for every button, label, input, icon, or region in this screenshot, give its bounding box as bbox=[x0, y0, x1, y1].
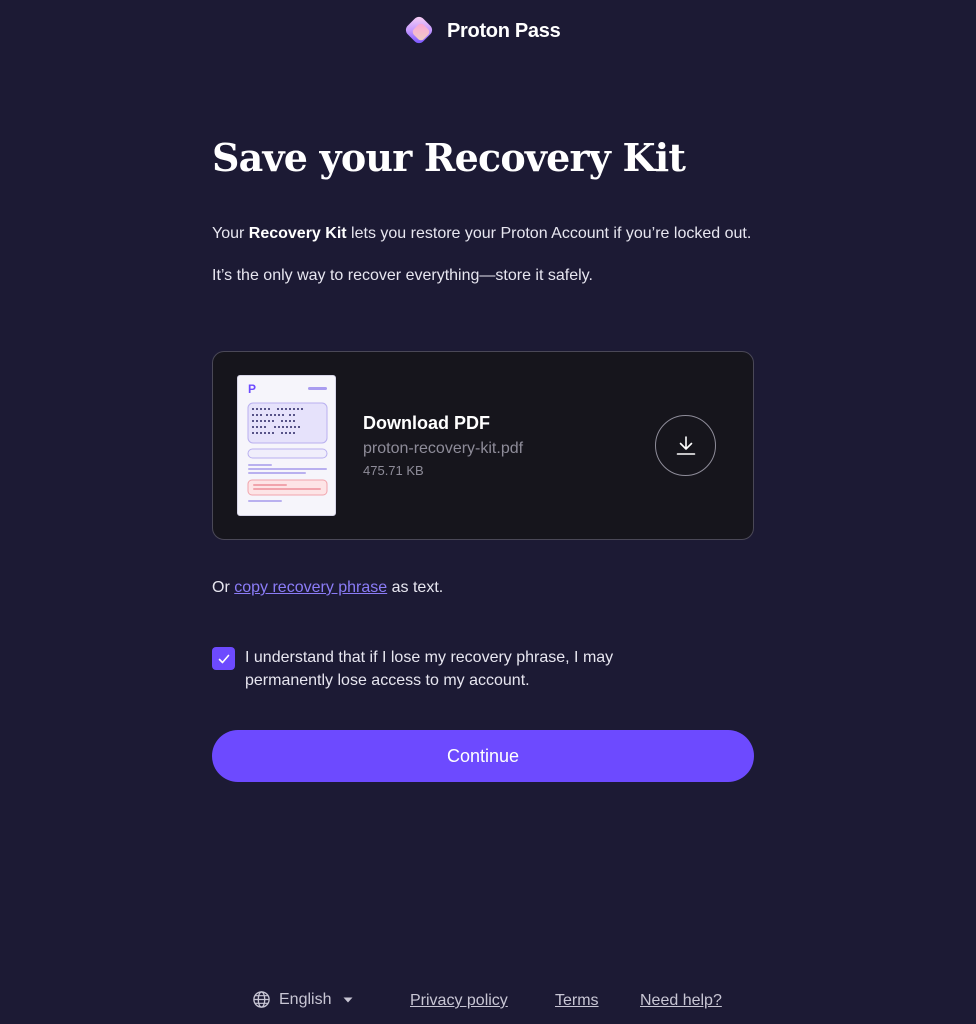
copy-recovery-phrase-link[interactable]: copy recovery phrase bbox=[234, 579, 387, 596]
language-label: English bbox=[279, 990, 332, 1008]
main-content: Save your Recovery Kit Your Recovery Kit… bbox=[212, 134, 754, 782]
footer: English Privacy policy Terms Need help? bbox=[0, 990, 976, 1016]
page-title: Save your Recovery Kit bbox=[212, 135, 686, 180]
need-help-link[interactable]: Need help? bbox=[640, 992, 722, 1010]
terms-link[interactable]: Terms bbox=[555, 992, 599, 1010]
pdf-filesize: 475.71 KB bbox=[363, 463, 424, 478]
acknowledge-checkbox[interactable] bbox=[212, 647, 235, 670]
copy-prefix: Or bbox=[212, 579, 235, 596]
pdf-thumbnail: P bbox=[237, 375, 336, 516]
intro-paragraph: Your Recovery Kit lets you restore your … bbox=[212, 222, 754, 245]
globe-icon bbox=[253, 991, 270, 1008]
copy-suffix: as text. bbox=[387, 579, 444, 596]
download-pdf-title: Download PDF bbox=[363, 413, 490, 433]
svg-text:P: P bbox=[248, 382, 256, 396]
pdf-filename: proton-recovery-kit.pdf bbox=[363, 440, 524, 457]
logo-text: Proton Pass bbox=[447, 19, 561, 42]
recovery-kit-page: Proton Pass Save your Recovery Kit Your … bbox=[0, 0, 976, 1024]
intro-suffix: lets you restore your Proton Account if … bbox=[346, 225, 752, 242]
acknowledge-row: I understand that if I lose my recovery … bbox=[212, 646, 754, 692]
safety-note: It’s the only way to recover everything—… bbox=[212, 267, 593, 284]
intro-prefix: Your bbox=[212, 225, 249, 242]
download-pdf-card[interactable]: P Download PDF proton-recovery-kit.pdf 4… bbox=[212, 351, 754, 540]
caret-down-icon bbox=[343, 997, 353, 1002]
proton-pass-logo-icon bbox=[403, 14, 437, 48]
download-button[interactable] bbox=[655, 415, 716, 476]
continue-button[interactable]: Continue bbox=[212, 730, 754, 782]
download-icon bbox=[676, 435, 695, 455]
intro-bold: Recovery Kit bbox=[248, 225, 347, 242]
proton-pass-logo[interactable]: Proton Pass bbox=[403, 14, 561, 48]
language-selector[interactable]: English bbox=[252, 990, 353, 1009]
checkmark-icon bbox=[218, 654, 229, 663]
acknowledge-label[interactable]: I understand that if I lose my recovery … bbox=[245, 646, 665, 692]
privacy-policy-link[interactable]: Privacy policy bbox=[410, 992, 508, 1010]
copy-phrase-line: Or copy recovery phrase as text. bbox=[212, 579, 443, 597]
